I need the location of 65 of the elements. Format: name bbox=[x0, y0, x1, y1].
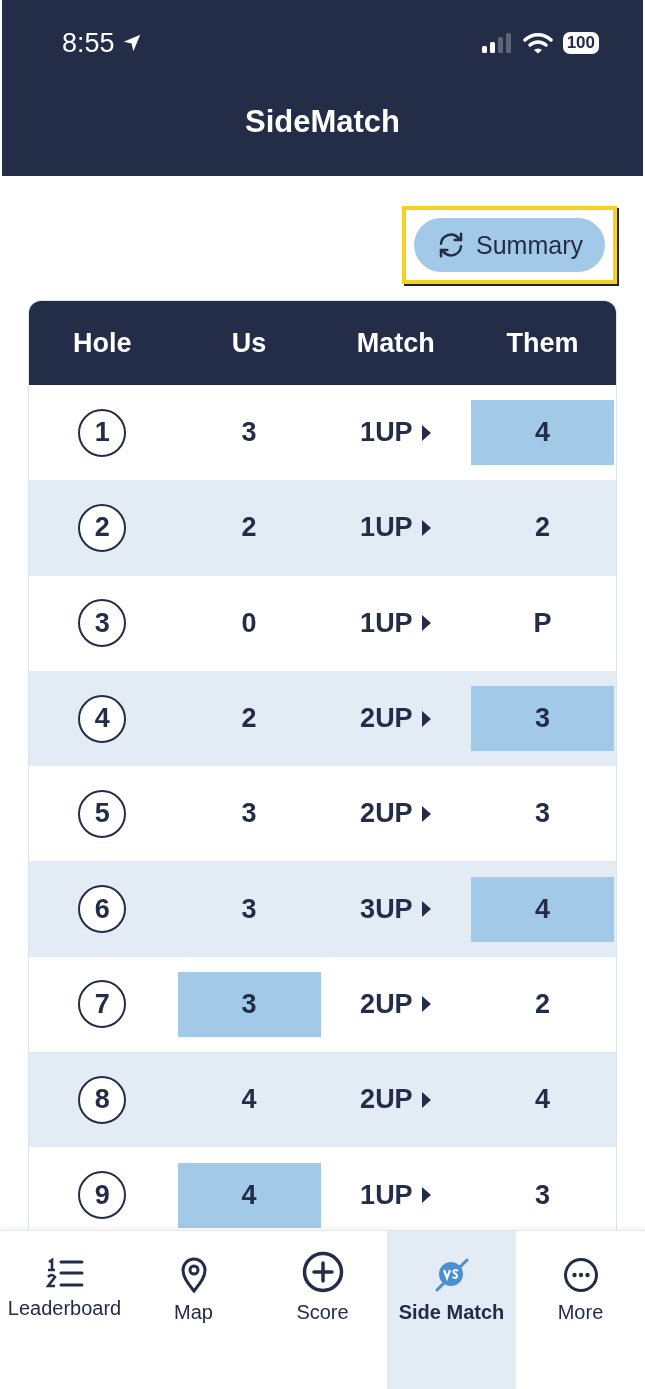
tab-bar-item[interactable]: Map bbox=[129, 1231, 258, 1389]
versus-icon bbox=[433, 1257, 470, 1293]
play-arrow-icon bbox=[420, 995, 432, 1014]
hole-number: 3 bbox=[78, 599, 127, 648]
play-arrow-icon bbox=[420, 614, 432, 633]
match-status: 2UP bbox=[360, 1084, 413, 1116]
them-score-cell-text: 2 bbox=[534, 511, 552, 545]
ranked-list-icon bbox=[45, 1257, 84, 1289]
us-score-cell-text: 4 bbox=[240, 1083, 258, 1117]
them-score-cell-text: 4 bbox=[534, 1083, 552, 1117]
map-pin-icon bbox=[179, 1257, 208, 1293]
us-score-cell-text: 2 bbox=[240, 511, 258, 545]
play-arrow-icon bbox=[420, 900, 432, 919]
hole-number: 7 bbox=[78, 980, 127, 1029]
wifi-icon bbox=[522, 32, 553, 54]
column-header: Hole bbox=[72, 327, 133, 359]
match-status: 3UP bbox=[360, 893, 413, 925]
screen-title: SideMatch bbox=[244, 104, 401, 140]
them-score-cell: 4 bbox=[471, 400, 615, 466]
match-status: 1UP bbox=[360, 1179, 413, 1211]
them-score-cell: 3 bbox=[471, 686, 615, 752]
them-score-cell-text: 3 bbox=[534, 1178, 552, 1212]
match-status: 2UP bbox=[360, 988, 413, 1020]
more-icon bbox=[562, 1257, 599, 1293]
play-arrow-icon bbox=[420, 1186, 432, 1204]
us-score-cell-text: 0 bbox=[240, 606, 258, 640]
signal-icon bbox=[480, 32, 513, 54]
them-score-cell-text: 2 bbox=[534, 987, 552, 1021]
hole-number: 2 bbox=[78, 503, 127, 552]
hole-number: 1 bbox=[78, 408, 127, 457]
us-score-cell-text: 3 bbox=[240, 416, 258, 450]
match-status: 1UP bbox=[360, 417, 413, 449]
match-status: 1UP bbox=[360, 607, 413, 639]
plus-circle-icon bbox=[301, 1251, 344, 1293]
play-arrow-icon bbox=[420, 804, 432, 823]
status-time: 8:55 bbox=[62, 27, 115, 59]
us-score-cell-text: 2 bbox=[240, 702, 258, 736]
match-status: 1UP bbox=[360, 512, 413, 544]
us-score-cell: 4 bbox=[177, 1162, 321, 1228]
hole-number: 8 bbox=[78, 1075, 127, 1124]
column-header: Match bbox=[355, 327, 436, 359]
tab-bar-item[interactable]: More bbox=[516, 1231, 645, 1389]
match-status: 2UP bbox=[360, 703, 413, 735]
play-arrow-icon bbox=[420, 518, 432, 537]
tab-bar-item[interactable]: Side Match bbox=[387, 1231, 516, 1389]
hole-number: 4 bbox=[78, 694, 127, 743]
battery-indicator: 100 bbox=[562, 32, 599, 54]
play-arrow-icon bbox=[420, 709, 432, 728]
hole-number: 9 bbox=[78, 1171, 127, 1219]
us-score-cell: 3 bbox=[177, 971, 321, 1037]
them-score-cell-text: 3 bbox=[534, 797, 552, 831]
tab-bar-item[interactable]: Score bbox=[258, 1231, 387, 1389]
play-arrow-icon bbox=[420, 423, 432, 442]
them-score-cell: 4 bbox=[471, 876, 615, 942]
tab-bar-item[interactable]: Leaderboard bbox=[0, 1231, 129, 1389]
hole-number: 5 bbox=[78, 789, 127, 838]
column-header: Them bbox=[505, 327, 580, 359]
column-header: Us bbox=[230, 327, 268, 359]
hole-number: 6 bbox=[78, 885, 127, 934]
us-score-cell-text: 3 bbox=[240, 797, 258, 831]
them-score-cell-text: P bbox=[532, 606, 553, 640]
match-status: 2UP bbox=[360, 798, 413, 830]
summary-button[interactable]: Summary bbox=[414, 218, 605, 272]
play-arrow-icon bbox=[420, 1090, 432, 1109]
us-score-cell-text: 3 bbox=[240, 892, 258, 926]
